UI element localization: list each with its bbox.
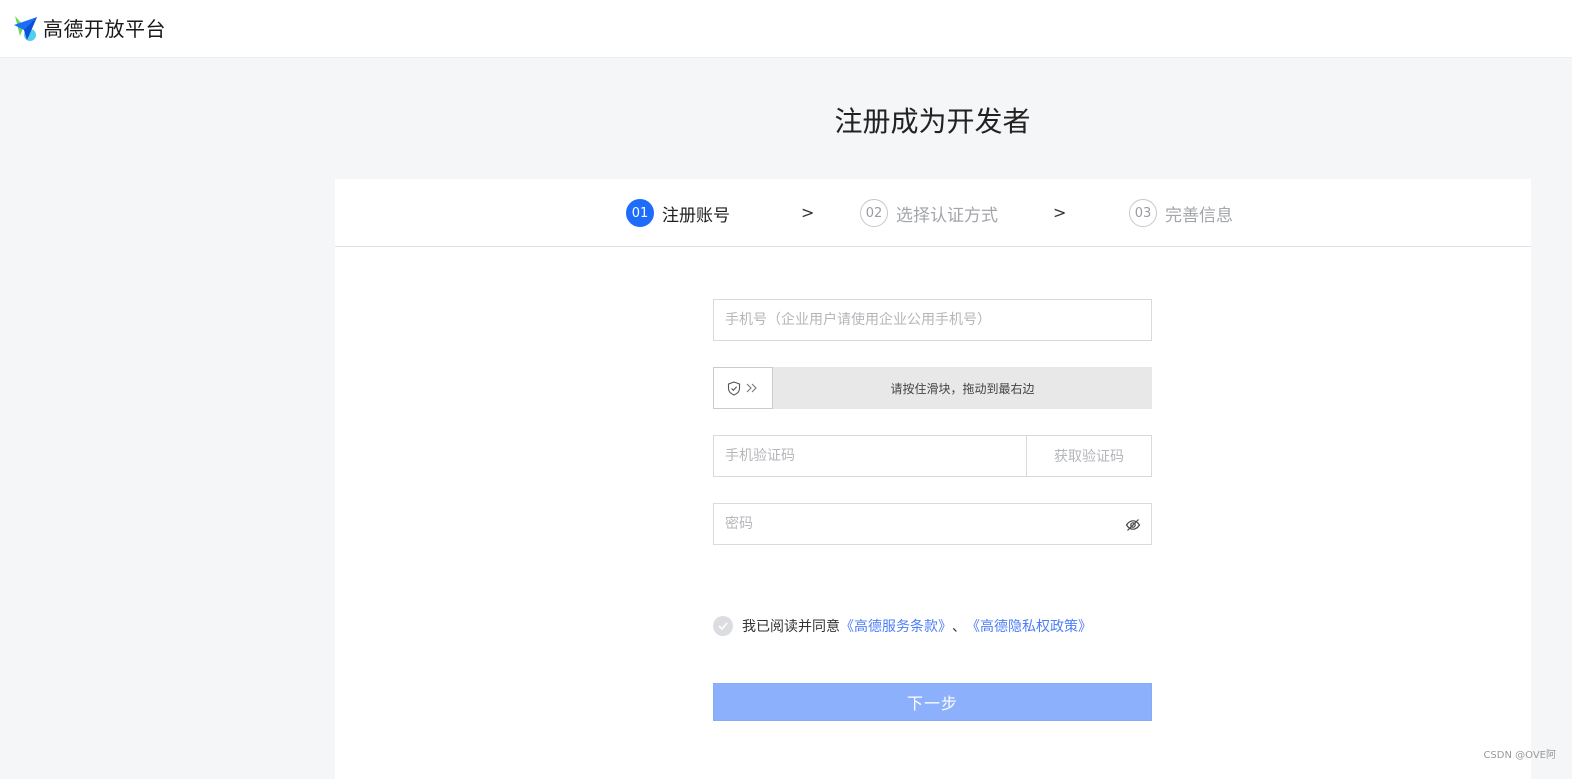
agree-text: 我已阅读并同意 (742, 616, 840, 636)
step-3: 03 完善信息 (1129, 199, 1233, 227)
top-bar: 高德开放平台 (0, 0, 1572, 58)
steps-bar: 01 注册账号 > 02 选择认证方式 > 03 完善信息 (335, 179, 1531, 247)
get-code-button[interactable]: 获取验证码 (1026, 435, 1152, 477)
password-input[interactable] (714, 504, 1151, 544)
step-2-label: 选择认证方式 (896, 201, 998, 226)
logo[interactable]: 高德开放平台 (12, 13, 166, 42)
step-3-number: 03 (1129, 199, 1157, 227)
eye-off-icon[interactable] (1125, 517, 1141, 533)
sms-code-field (713, 435, 1027, 477)
step-1: 01 注册账号 (626, 199, 730, 227)
privacy-link[interactable]: 《高德隐私权政策》 (966, 616, 1092, 636)
phone-input[interactable] (714, 300, 1151, 340)
slider-hint: 请按住滑块，拖动到最右边 (773, 367, 1152, 409)
password-field (713, 503, 1152, 545)
shield-check-icon (727, 381, 741, 396)
page-title: 注册成为开发者 (0, 100, 1572, 140)
step-arrow: > (801, 203, 814, 222)
step-1-number: 01 (626, 199, 654, 227)
slider-handle[interactable] (713, 367, 773, 409)
watermark: CSDN @OVE阿 (1483, 746, 1556, 761)
agree-checkbox[interactable] (713, 616, 733, 636)
step-arrow: > (1053, 203, 1066, 222)
phone-field (713, 299, 1152, 341)
step-2-number: 02 (860, 199, 888, 227)
step-1-label: 注册账号 (662, 201, 730, 226)
next-step-button[interactable]: 下一步 (713, 683, 1152, 721)
register-card: 01 注册账号 > 02 选择认证方式 > 03 完善信息 (335, 179, 1531, 779)
double-chevron-right-icon (745, 382, 759, 394)
step-2: 02 选择认证方式 (860, 199, 998, 227)
agree-separator: 、 (952, 616, 966, 636)
agreement-row: 我已阅读并同意 《高德服务条款》 、 《高德隐私权政策》 (713, 616, 1092, 636)
sms-code-input[interactable] (714, 436, 1026, 476)
step-3-label: 完善信息 (1165, 201, 1233, 226)
terms-link[interactable]: 《高德服务条款》 (840, 616, 952, 636)
logo-text: 高德开放平台 (43, 13, 166, 42)
check-icon (718, 622, 728, 630)
slider-captcha: 请按住滑块，拖动到最右边 (713, 367, 1152, 409)
amap-plane-logo-icon (12, 14, 40, 42)
